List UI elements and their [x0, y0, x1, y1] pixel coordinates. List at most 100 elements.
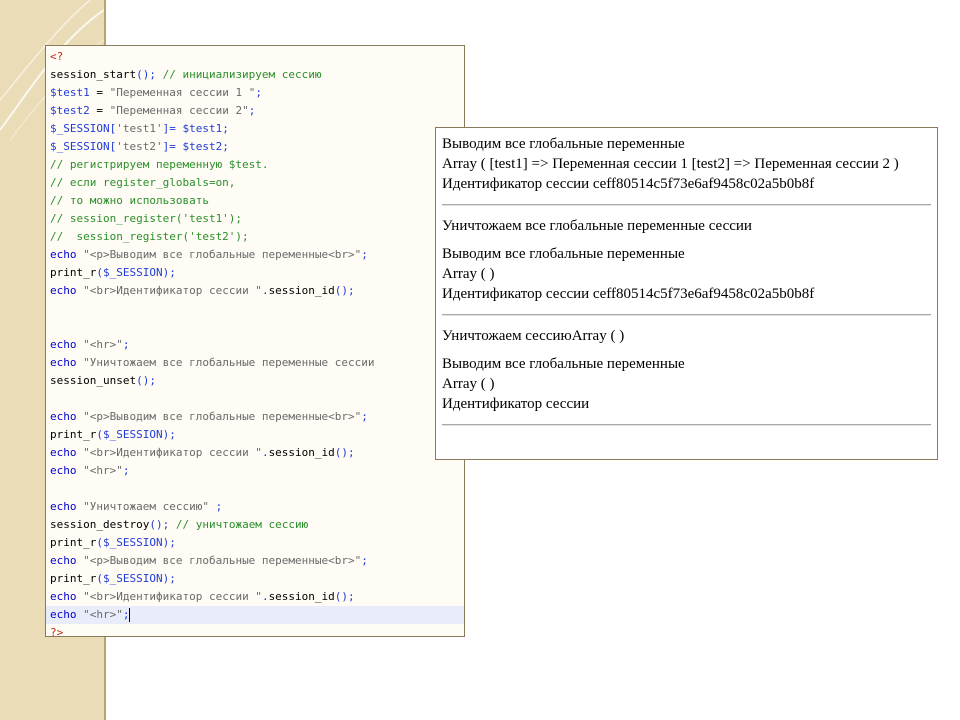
code-token: ); [162, 266, 176, 279]
code-line[interactable] [46, 390, 464, 408]
code-editor[interactable]: <? session_start(); // инициализируем сес… [45, 45, 465, 637]
code-token: ; [122, 608, 130, 621]
code-token: echo [50, 248, 77, 261]
code-line[interactable]: echo "Уничтожаем все глобальные переменн… [46, 354, 464, 372]
code-token: ( [96, 572, 103, 585]
output-array-1: Array ( [test1] => Переменная сессии 1 [… [442, 156, 899, 172]
code-line[interactable] [46, 300, 464, 318]
code-token: "Переменная сессии 2" [109, 104, 249, 117]
output-session-id-1: Идентификатор сессии ceff80514c5f73e6af9… [442, 176, 815, 192]
code-token: . [261, 590, 269, 603]
code-line[interactable]: echo "<br>Идентификатор сессии ".session… [46, 282, 464, 300]
code-token: "<hr>" [76, 464, 123, 477]
code-token: "<br>Идентификатор сессии " [76, 590, 262, 603]
code-token: echo [50, 464, 77, 477]
code-line[interactable]: echo "<p>Выводим все глобальные переменн… [46, 408, 464, 426]
output-divider [442, 424, 931, 426]
code-line[interactable]: echo "<hr>"; [46, 606, 464, 624]
code-line[interactable]: // регистрируем переменную $test. [46, 156, 464, 174]
code-line[interactable]: $_SESSION['test1']= $test1; [46, 120, 464, 138]
code-token: echo [50, 446, 77, 459]
code-line[interactable]: <? [46, 48, 464, 66]
code-token: echo [50, 338, 77, 351]
code-token: print_r [50, 572, 97, 585]
code-token: "Уничтожаем все глобальные переменные се… [76, 356, 375, 369]
code-token: ; [361, 410, 368, 423]
code-line[interactable]: // если register_globals=on, [46, 174, 464, 192]
code-token: (); [334, 446, 355, 459]
code-token: // session_register('test2'); [50, 230, 249, 243]
code-token: // то можно использовать [50, 194, 209, 207]
code-line[interactable]: echo "<hr>"; [46, 462, 464, 480]
code-line[interactable] [46, 318, 464, 336]
code-token: // регистрируем переменную $test. [50, 158, 269, 171]
code-token: session_unset [50, 374, 137, 387]
code-token: ); [162, 428, 176, 441]
code-line[interactable]: print_r($_SESSION); [46, 426, 464, 444]
code-token: 'test2' [116, 140, 163, 153]
code-token: echo [50, 554, 77, 567]
code-token: "<p>Выводим все глобальные переменные<br… [76, 410, 362, 423]
code-token: "<br>Идентификатор сессии " [76, 446, 262, 459]
code-line[interactable]: session_unset(); [46, 372, 464, 390]
code-line[interactable]: echo "<br>Идентификатор сессии ".session… [46, 444, 464, 462]
code-token: "<hr>" [76, 608, 123, 621]
code-token: . [261, 446, 269, 459]
code-token: ; [361, 554, 368, 567]
code-line[interactable]: $test2 = "Переменная сессии 2"; [46, 102, 464, 120]
code-line[interactable]: session_destroy(); // уничтожаем сессию [46, 516, 464, 534]
code-token: (); [149, 518, 170, 531]
code-token: "<p>Выводим все глобальные переменные<br… [76, 554, 362, 567]
code-line[interactable]: ?> [46, 624, 464, 637]
code-line[interactable]: // session_register('test1'); [46, 210, 464, 228]
code-token: ; [255, 86, 262, 99]
output-array-2: Array ( ) [442, 266, 495, 282]
code-line[interactable]: $_SESSION['test2']= $test2; [46, 138, 464, 156]
code-token: $_SESSION [50, 140, 110, 153]
code-line[interactable]: // то можно использовать [46, 192, 464, 210]
output-divider [442, 314, 931, 316]
code-token: // session_register('test1'); [50, 212, 243, 225]
code-lines[interactable]: <? session_start(); // инициализируем сес… [46, 48, 464, 637]
code-token: ; [208, 500, 223, 513]
code-token: ; [222, 122, 229, 135]
output-destroy-session: Уничтожаем сессиюArray ( ) [442, 328, 625, 344]
output-session-id-2: Идентификатор сессии ceff80514c5f73e6af9… [442, 286, 815, 302]
code-token: ; [222, 140, 229, 153]
code-token: = [89, 104, 110, 117]
code-token: $test1 [50, 86, 90, 99]
code-token: ; [248, 104, 256, 117]
text-caret [129, 608, 131, 622]
code-token: print_r [50, 266, 97, 279]
output-array-3: Array ( ) [442, 376, 495, 392]
code-token: "Уничтожаем сессию" [76, 500, 209, 513]
code-line[interactable]: echo "<p>Выводим все глобальные переменн… [46, 246, 464, 264]
code-token: ]= [162, 140, 183, 153]
code-line[interactable]: print_r($_SESSION); [46, 264, 464, 282]
code-line[interactable]: session_start(); // инициализируем сесси… [46, 66, 464, 84]
code-line[interactable] [46, 480, 464, 498]
code-line[interactable]: echo "<hr>"; [46, 336, 464, 354]
code-line[interactable]: $test1 = "Переменная сессии 1 "; [46, 84, 464, 102]
code-token: "Переменная сессии 1 " [109, 86, 256, 99]
code-token: ( [96, 428, 103, 441]
code-token: (); [136, 68, 156, 81]
code-token: session_id [268, 284, 335, 297]
code-token: ?> [50, 626, 64, 637]
code-token: session_id [268, 590, 335, 603]
output-heading-3: Выводим все глобальные переменные [442, 356, 685, 372]
code-line[interactable]: // session_register('test2'); [46, 228, 464, 246]
code-line[interactable]: echo "<br>Идентификатор сессии ".session… [46, 588, 464, 606]
code-line[interactable]: print_r($_SESSION); [46, 534, 464, 552]
code-line[interactable]: print_r($_SESSION); [46, 570, 464, 588]
browser-output: Выводим все глобальные переменные Array … [435, 127, 938, 460]
code-token: (); [136, 374, 156, 387]
code-token: // если register_globals=on, [50, 176, 236, 189]
output-destroy-vars: Уничтожаем все глобальные переменные сес… [442, 218, 752, 234]
code-token: "<br>Идентификатор сессии " [76, 284, 262, 297]
code-token: session_start [50, 68, 137, 81]
code-token: echo [50, 590, 77, 603]
code-line[interactable]: echo "Уничтожаем сессию" ; [46, 498, 464, 516]
code-line[interactable]: echo "<p>Выводим все глобальные переменн… [46, 552, 464, 570]
code-token: ; [122, 338, 130, 351]
